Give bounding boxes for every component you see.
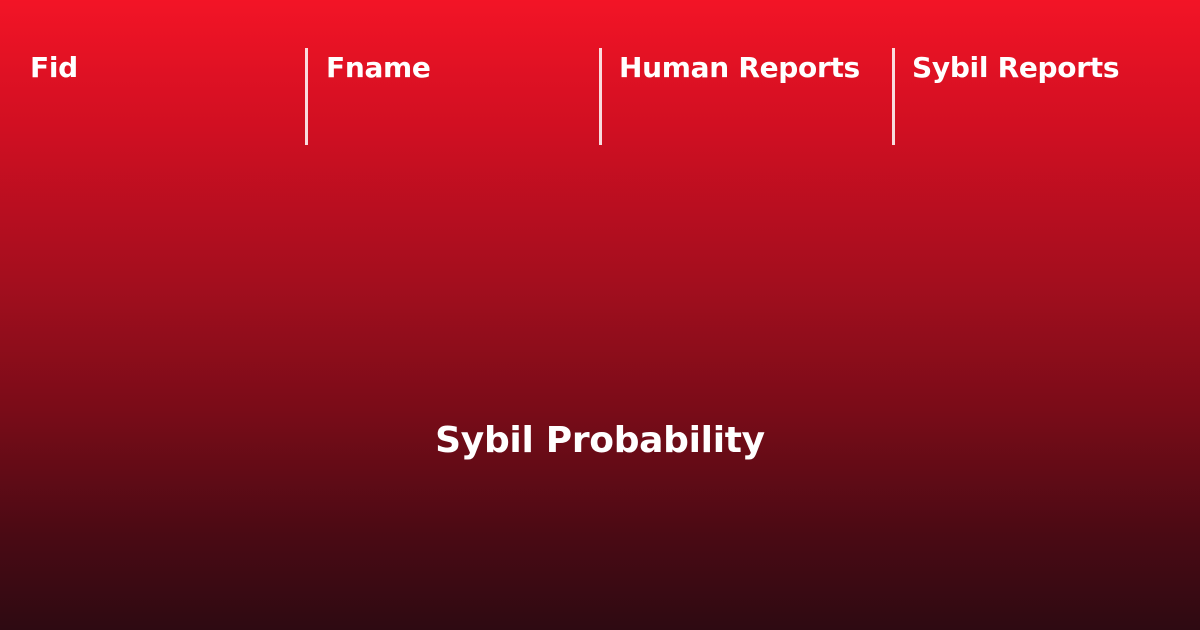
sybil-probability-label: Sybil Probability <box>435 420 765 461</box>
column-fid: Fid <box>0 48 305 145</box>
column-sybil-reports: Sybil Reports <box>892 48 1200 145</box>
column-fid-label: Fid <box>30 51 78 84</box>
frame-card: Fid Fname Human Reports Sybil Reports Sy… <box>0 0 1200 630</box>
stats-header-row: Fid Fname Human Reports Sybil Reports <box>0 48 1200 145</box>
column-sybil-reports-label: Sybil Reports <box>912 51 1120 84</box>
column-fname-label: Fname <box>326 51 431 84</box>
column-human-reports: Human Reports <box>599 48 893 145</box>
column-human-reports-label: Human Reports <box>619 51 860 84</box>
column-fname: Fname <box>305 48 600 145</box>
